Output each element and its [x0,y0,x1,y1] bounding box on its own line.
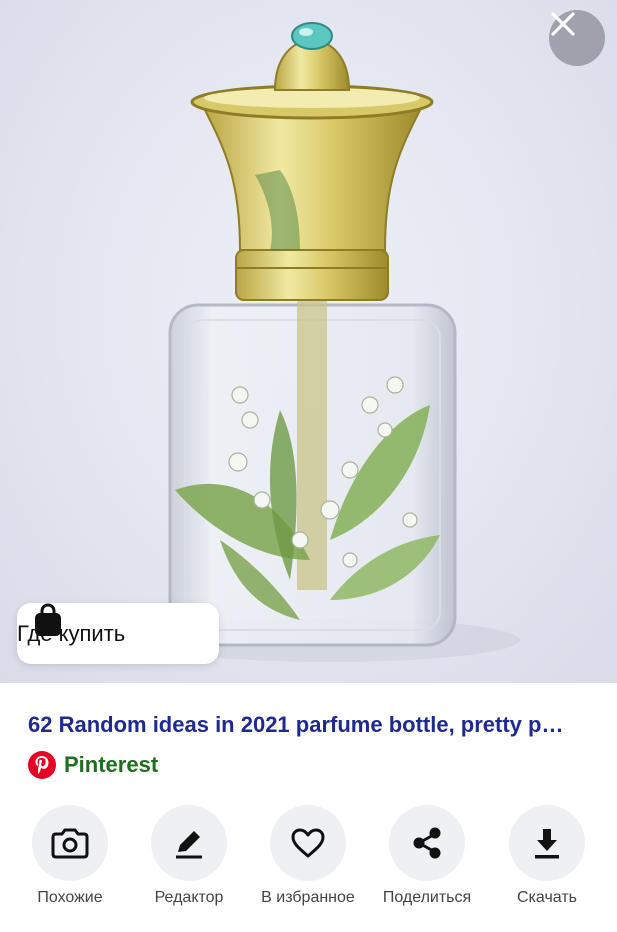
pinterest-logo-icon [28,751,56,779]
source-name: Pinterest [64,752,159,777]
download-label: Скачать [517,889,577,906]
similar-label: Похожие [37,889,103,906]
result-title[interactable]: 62 Random ideas in 2021 parfume bottle, … [28,712,588,738]
result-image[interactable]: Где купить [0,0,617,683]
editor-label: Редактор [154,889,224,906]
download-icon [535,829,559,859]
camera-search-icon [51,828,89,859]
share-icon [413,827,441,859]
favorites-button[interactable]: В избранное [248,805,368,907]
share-button[interactable]: Поделиться [367,805,487,907]
similar-button[interactable]: Похожие [10,805,130,907]
heart-icon [291,828,325,858]
favorites-label: В избранное [261,889,355,906]
perfume-bottle-image [140,22,520,662]
share-label: Поделиться [382,889,472,906]
shopping-bag-icon [35,603,61,636]
result-info-panel: 62 Random ideas in 2021 parfume bottle, … [0,683,617,932]
result-source[interactable]: Pinterest [28,750,158,780]
where-to-buy-button[interactable]: Где купить [17,603,219,664]
close-button[interactable] [549,10,605,66]
close-icon [551,12,575,36]
pencil-icon [176,831,202,859]
action-bar: Похожие Редактор В избранное Поделиться … [0,805,617,915]
editor-button[interactable]: Редактор [129,805,249,907]
download-button[interactable]: Скачать [487,805,607,907]
